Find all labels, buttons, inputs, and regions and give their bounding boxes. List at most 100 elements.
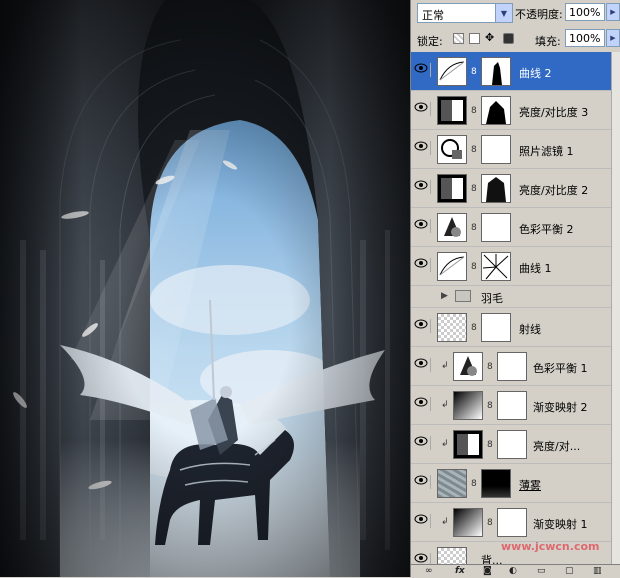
transparent-thumb	[437, 547, 467, 564]
layers-scrollbar[interactable]	[611, 52, 620, 564]
layer-row[interactable]: 8 色彩平衡 2	[411, 208, 611, 247]
clipping-arrow-icon: ↲	[441, 400, 449, 410]
group-icon[interactable]: ▭	[537, 566, 546, 576]
layer-name: 亮度/对比度 3	[519, 106, 589, 119]
link-icon: 8	[471, 145, 477, 155]
brightness-contrast-icon	[437, 96, 467, 125]
link-icon: 8	[471, 323, 477, 333]
layer-row[interactable]: 8 照片滤镜 1	[411, 130, 611, 169]
lock-fill-row: 锁定: ✥ 填充: 100% ▶	[411, 26, 620, 53]
curves-icon	[437, 252, 467, 281]
transparent-thumb	[437, 313, 467, 342]
canvas-artwork	[0, 0, 410, 577]
layer-row[interactable]: 8 射线	[411, 308, 611, 347]
layer-mask-thumb	[481, 96, 511, 125]
layer-row[interactable]: 8 曲线 2	[411, 52, 611, 91]
eye-icon[interactable]	[414, 475, 431, 489]
layer-row[interactable]: 8 曲线 1	[411, 247, 611, 286]
layer-row[interactable]: ↲ 8 渐变映射 1	[411, 503, 611, 542]
layer-row[interactable]: ↲ 8 亮度/对...	[411, 425, 611, 464]
link-icon: 8	[471, 106, 477, 116]
link-icon: 8	[487, 440, 493, 450]
layer-mask-thumb	[481, 174, 511, 203]
layer-name: 曲线 2	[519, 67, 552, 80]
eye-icon[interactable]	[414, 180, 431, 194]
layer-row[interactable]: 8 亮度/对比度 3	[411, 91, 611, 130]
color-balance-icon	[453, 352, 483, 381]
texture-thumb	[437, 469, 467, 498]
gradient-map-icon	[453, 508, 483, 537]
layer-row[interactable]: ↲ 8 色彩平衡 1	[411, 347, 611, 386]
link-icon[interactable]: ∞	[425, 566, 433, 576]
watermark-text: www.jcwcn.com	[501, 540, 600, 553]
eye-icon[interactable]	[414, 219, 431, 233]
layer-name: 亮度/对...	[533, 440, 581, 453]
blend-mode-value: 正常	[422, 9, 444, 22]
lock-all-icon[interactable]	[503, 33, 514, 44]
layer-name: 薄雾	[519, 479, 541, 492]
layer-mask-thumb	[481, 213, 511, 242]
layer-mask-thumb	[481, 313, 511, 342]
layer-mask-thumb	[481, 57, 511, 86]
layer-name: 渐变映射 2	[533, 401, 588, 414]
brightness-contrast-icon	[437, 174, 467, 203]
layer-name: 羽毛	[481, 292, 503, 305]
layer-mask-thumb	[497, 391, 527, 420]
clipping-arrow-icon: ↲	[441, 361, 449, 371]
eye-icon[interactable]	[414, 102, 431, 116]
layers-panel: 正常 ▼ 不透明度: 100% ▶ 锁定: ✥ 填充: 100% ▶ 8 曲线 …	[410, 0, 620, 578]
layer-mask-thumb	[481, 469, 511, 498]
clipping-arrow-icon: ↲	[441, 439, 449, 449]
new-layer-icon[interactable]: ▢	[565, 566, 574, 576]
layer-name: 曲线 1	[519, 262, 552, 275]
eye-icon[interactable]	[414, 258, 431, 272]
lock-image-icon[interactable]	[469, 33, 480, 44]
lock-position-icon[interactable]: ✥	[485, 31, 496, 44]
opacity-input[interactable]: 100%	[565, 3, 605, 21]
layer-row[interactable]: 8 薄雾	[411, 464, 611, 503]
layers-bottom-toolbar: ∞ fx ◙ ◐ ▭ ▢ ▥	[411, 564, 620, 578]
link-icon: 8	[487, 518, 493, 528]
eye-icon[interactable]	[414, 397, 431, 411]
eye-icon[interactable]	[414, 514, 431, 528]
mask-icon[interactable]: ◙	[483, 566, 492, 576]
layer-mask-thumb	[497, 508, 527, 537]
brightness-contrast-icon	[453, 430, 483, 459]
lock-transparent-icon[interactable]	[453, 33, 464, 44]
chevron-down-icon: ▼	[495, 4, 512, 22]
opacity-label: 不透明度:	[515, 8, 563, 21]
trash-icon[interactable]: ▥	[593, 566, 602, 576]
layer-group-row[interactable]: ▶ 羽毛	[411, 286, 611, 308]
layer-row[interactable]: ↲ 8 渐变映射 2	[411, 386, 611, 425]
layer-name: 色彩平衡 2	[519, 223, 574, 236]
eye-icon[interactable]	[414, 358, 431, 372]
eye-icon[interactable]	[414, 63, 431, 77]
link-icon: 8	[471, 223, 477, 233]
layer-name: 射线	[519, 323, 541, 336]
eye-icon[interactable]	[414, 319, 431, 333]
clipping-arrow-icon: ↲	[441, 517, 449, 527]
gradient-map-icon	[453, 391, 483, 420]
fx-icon[interactable]: fx	[455, 566, 465, 576]
blend-mode-select[interactable]: 正常 ▼	[417, 3, 513, 23]
layer-mask-thumb	[481, 135, 511, 164]
lock-label: 锁定:	[417, 35, 443, 48]
link-icon: 8	[471, 479, 477, 489]
layer-mask-thumb	[497, 352, 527, 381]
expand-arrow-icon[interactable]: ▶	[441, 291, 448, 301]
eye-icon[interactable]	[414, 436, 431, 450]
eye-icon[interactable]	[414, 553, 431, 564]
eye-icon[interactable]	[414, 141, 431, 155]
layer-name: 亮度/对比度 2	[519, 184, 589, 197]
layer-name: 渐变映射 1	[533, 518, 588, 531]
fill-arrow-icon[interactable]: ▶	[606, 29, 620, 47]
link-icon: 8	[471, 262, 477, 272]
adjustment-icon[interactable]: ◐	[509, 566, 517, 576]
fill-label: 填充:	[535, 35, 561, 48]
layer-mask-thumb	[481, 252, 511, 281]
link-icon: 8	[471, 67, 477, 77]
blend-opacity-row: 正常 ▼ 不透明度: 100% ▶	[411, 0, 620, 26]
fill-input[interactable]: 100%	[565, 29, 605, 47]
opacity-arrow-icon[interactable]: ▶	[606, 3, 620, 21]
layer-row[interactable]: 8 亮度/对比度 2	[411, 169, 611, 208]
